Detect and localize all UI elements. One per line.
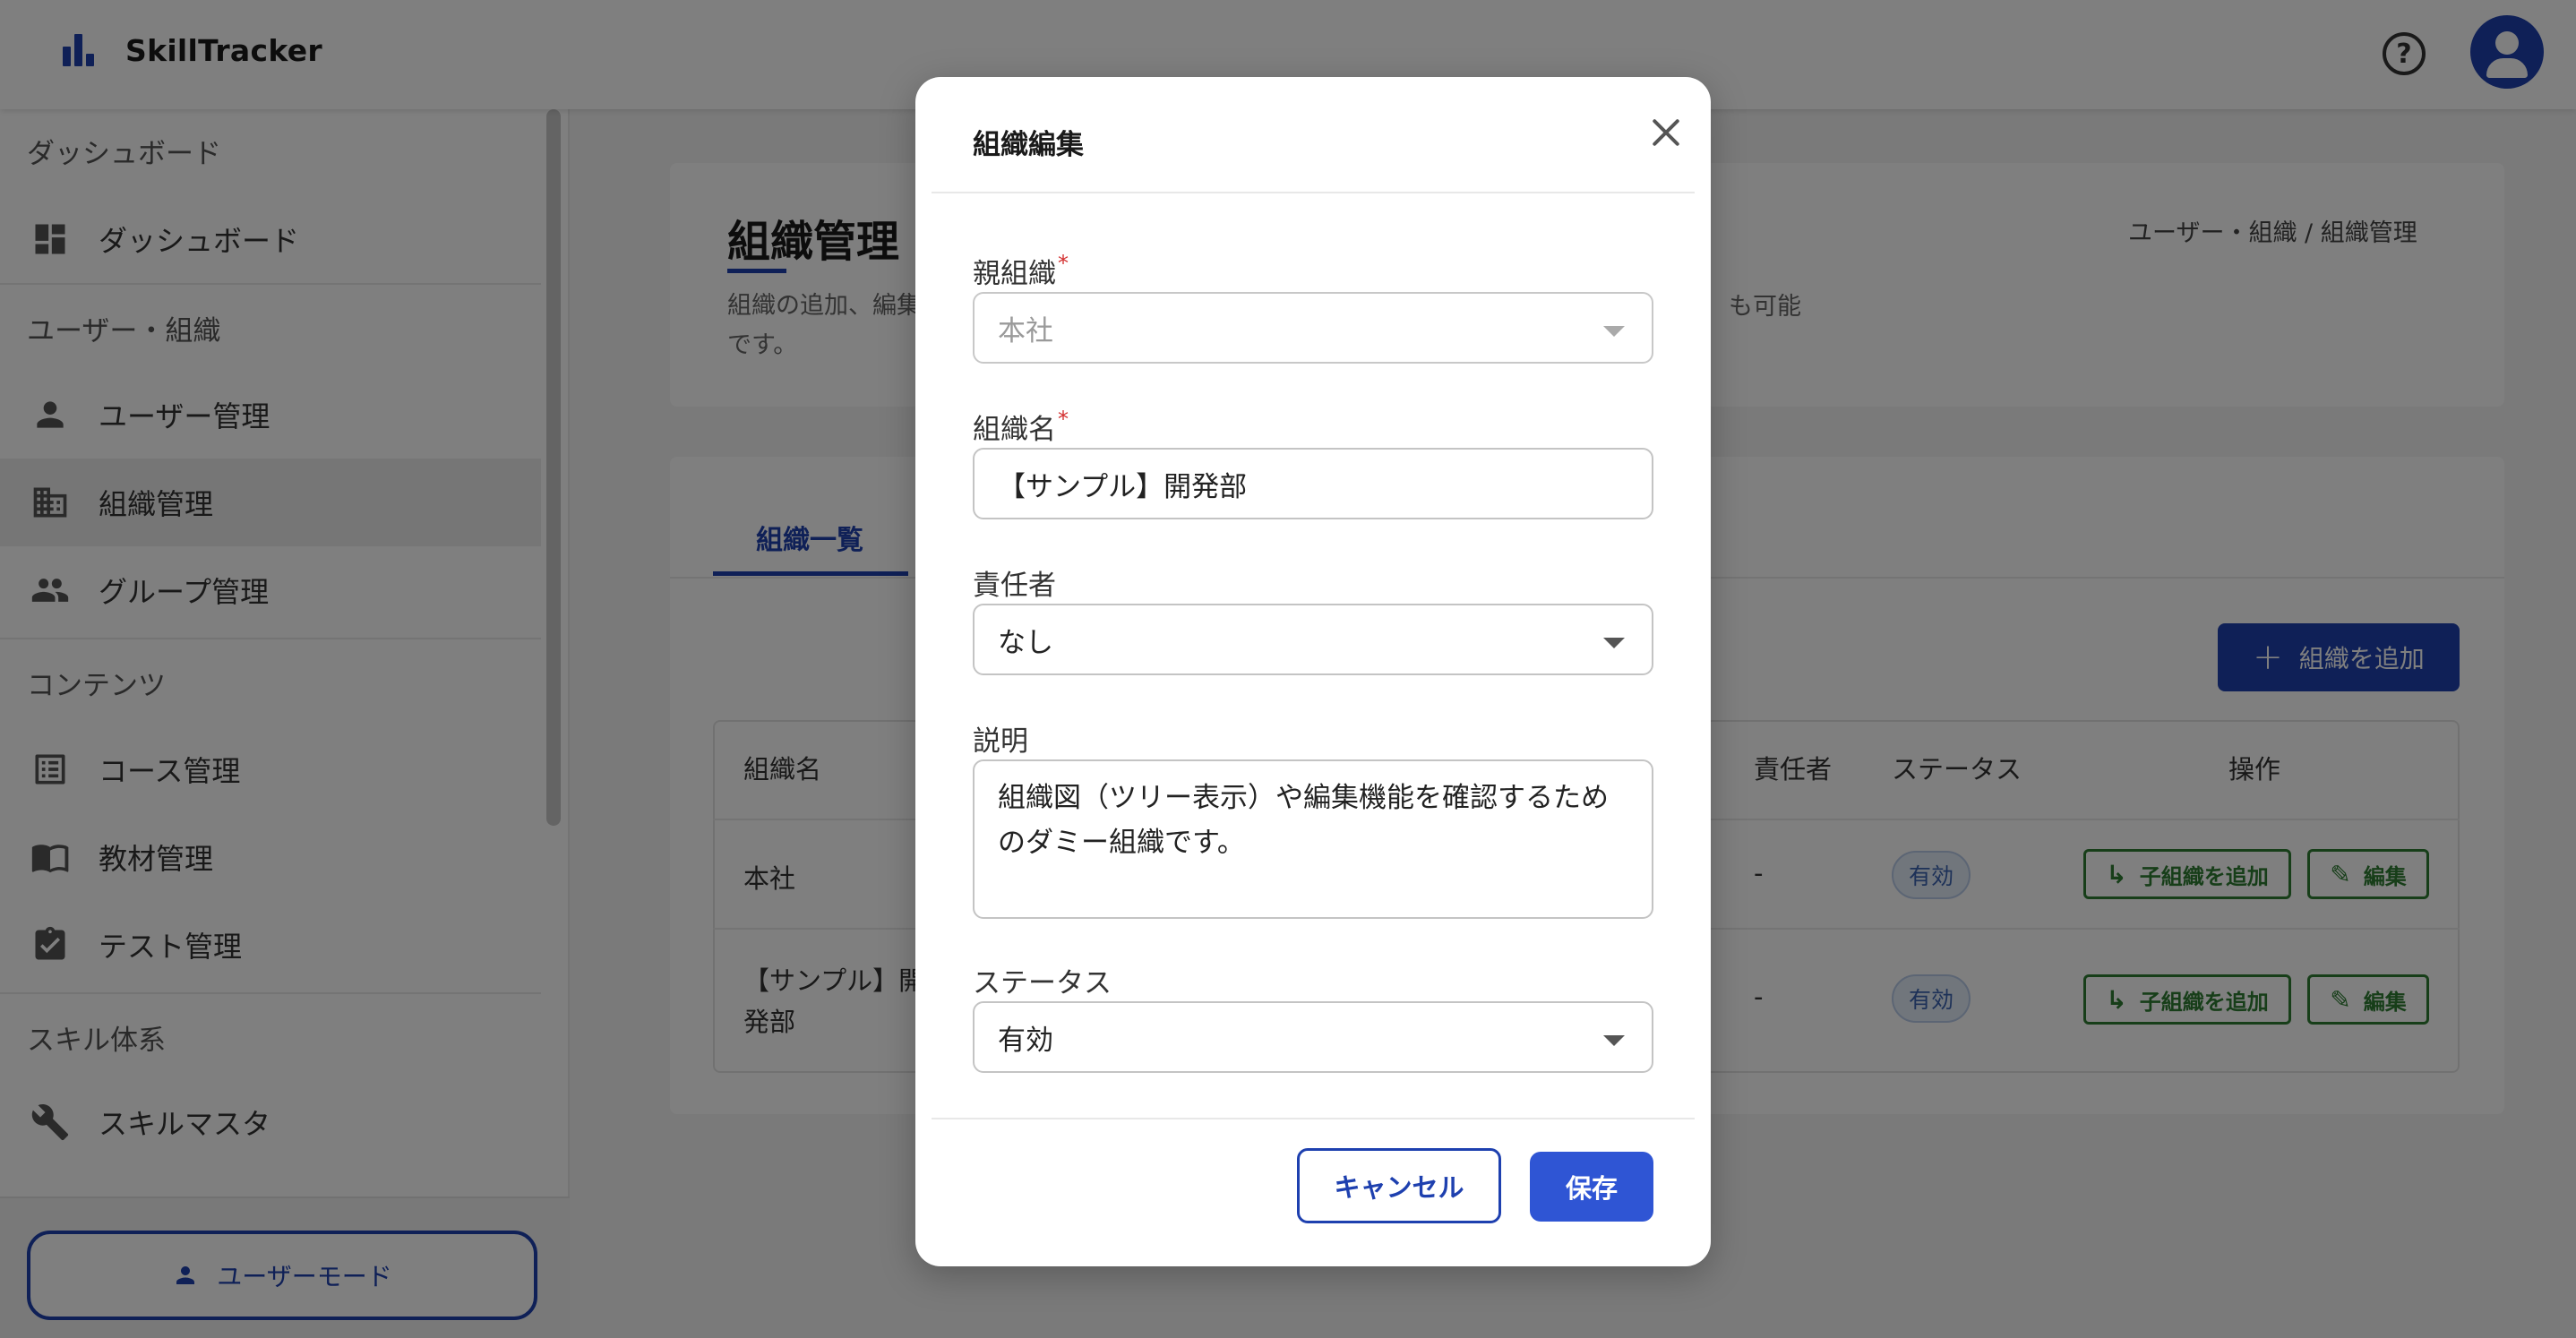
dialog-header-divider [932, 192, 1695, 193]
description-textarea[interactable]: 組織図（ツリー表示）や編集機能を確認するためのダミー組織です。 [973, 759, 1653, 919]
description-label: 説明 [973, 725, 1028, 758]
save-button[interactable]: 保存 [1530, 1152, 1653, 1222]
cancel-button[interactable]: キャンセル [1297, 1148, 1501, 1223]
manager-label: 責任者 [973, 570, 1056, 602]
dropdown-arrow-icon [1603, 638, 1625, 648]
manager-value: なし [998, 626, 1053, 659]
parent-org-select[interactable]: 本社 [973, 292, 1653, 364]
org-name-label: 組織名* [973, 407, 1069, 447]
required-mark: * [1058, 251, 1069, 276]
parent-org-label: 親組織* [973, 251, 1069, 291]
status-label: ステータス [973, 967, 1112, 999]
status-value: 有効 [998, 1024, 1053, 1057]
status-select[interactable]: 有効 [973, 1001, 1653, 1073]
close-icon[interactable] [1641, 107, 1691, 158]
org-name-value: 【サンプル】開発部 [998, 470, 1248, 503]
dropdown-arrow-icon [1603, 326, 1625, 337]
org-name-label-text: 組織名 [973, 414, 1056, 446]
dialog-title: 組織編集 [973, 129, 1084, 161]
required-mark: * [1058, 407, 1069, 432]
org-name-input[interactable]: 【サンプル】開発部 [973, 448, 1653, 519]
dialog-footer-divider [932, 1118, 1695, 1119]
org-edit-dialog: 組織編集 親組織* 本社 組織名* 【サンプル】開発部 責任者 なし 説明 組織… [915, 77, 1711, 1266]
parent-org-label-text: 親組織 [973, 258, 1056, 290]
parent-org-value: 本社 [998, 314, 1053, 347]
manager-select[interactable]: なし [973, 604, 1653, 675]
dropdown-arrow-icon [1603, 1035, 1625, 1046]
